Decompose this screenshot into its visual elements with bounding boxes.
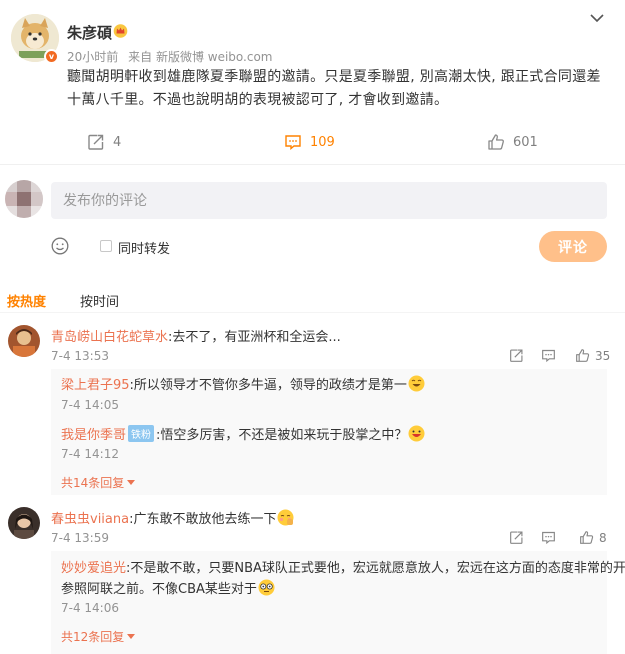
- post-time[interactable]: 20小时前: [67, 50, 118, 64]
- like-button[interactable]: 601: [487, 133, 538, 151]
- comment-text: 青岛崂山白花蛇草水:去不了，有亚洲杯和全运会...: [51, 326, 341, 345]
- reply-time: 7-4 14:12: [61, 447, 119, 461]
- caret-down-icon: [127, 479, 136, 485]
- submit-comment-button[interactable]: 评论: [539, 231, 607, 262]
- comment-button[interactable]: 109: [284, 133, 335, 151]
- post-text: 聽聞胡明軒收到雄鹿隊夏季聯盟的邀請。只是夏季聯盟, 別高潮太快, 跟正式合同還差…: [67, 69, 601, 108]
- comment-input[interactable]: [51, 182, 607, 219]
- more-replies-link[interactable]: 共14条回复: [61, 474, 136, 491]
- laugh-emoji-icon: [408, 375, 425, 392]
- comment-username[interactable]: 春虫虫viiana: [51, 512, 129, 527]
- like-icon: [488, 134, 504, 150]
- source-prefix: 来自: [128, 50, 153, 64]
- more-replies-label: 共12条回复: [61, 630, 125, 644]
- reply-text-cont: 参照阿联之前。不像CBA某些对于: [61, 578, 275, 597]
- comment-avatar[interactable]: [8, 325, 40, 357]
- verified-icon: v: [44, 49, 59, 64]
- crown-icon: [113, 24, 128, 38]
- comment-icon: [285, 135, 301, 150]
- divider: [0, 164, 625, 165]
- reply-body: :悟空多厉害，不还是被如来玩于股掌之中？: [156, 428, 408, 443]
- reply-username[interactable]: 我是你季哥: [61, 428, 126, 443]
- comment-text: 春虫虫viiana:广东敢不敢放他去练一下: [51, 508, 294, 527]
- like-icon: [580, 531, 594, 544]
- tab-time[interactable]: 按时间: [80, 291, 119, 310]
- reply-username[interactable]: 梁上君子95: [61, 378, 130, 393]
- caret-down-icon: [127, 633, 136, 639]
- reply-text: 梁上君子95:所以领导才不管你多牛逼，领导的政绩才是第一: [61, 374, 425, 393]
- divider: [0, 312, 625, 313]
- comment-body: :去不了，有亚洲杯和全运会...: [168, 330, 341, 345]
- comment-time: 7-4 13:59: [51, 531, 109, 545]
- more-replies-label: 共14条回复: [61, 476, 125, 490]
- reply-body-cont: 参照阿联之前。不像CBA某些对于: [61, 582, 257, 597]
- reply-time: 7-4 14:06: [61, 601, 119, 615]
- emoji-icon[interactable]: [51, 237, 69, 255]
- reply-text: 我是你季哥 铁粉:悟空多厉害，不还是被如来玩于股掌之中？: [61, 424, 425, 443]
- speechless-emoji-icon: [258, 579, 275, 596]
- comment-like-count: 35: [595, 348, 611, 363]
- like-icon: [576, 349, 590, 362]
- comment-avatar[interactable]: [8, 507, 40, 539]
- comment-like-button[interactable]: 35: [575, 348, 610, 363]
- reply-username[interactable]: 妙妙爱追光: [61, 561, 126, 576]
- more-replies-link[interactable]: 共12条回复: [61, 628, 136, 645]
- post-meta: 20小时前 来自 新版微博 weibo.com: [67, 48, 273, 65]
- also-repost-label: 同时转发: [118, 242, 171, 257]
- comment-count: 109: [310, 134, 335, 150]
- comment-username[interactable]: 青岛崂山白花蛇草水: [51, 330, 168, 345]
- repost-icon: [88, 134, 104, 150]
- comment-like-button[interactable]: 8: [579, 530, 607, 545]
- also-repost-checkbox[interactable]: [100, 240, 112, 252]
- reply-body: :不是敢不敢，只要NBA球队正式要他，宏远就愿意放人，宏远在这方面的态度非常的开…: [126, 561, 625, 576]
- shy-emoji-icon: [277, 509, 294, 526]
- reply-body: :所以领导才不管你多牛逼，领导的政绩才是第一: [129, 378, 407, 393]
- repost-button[interactable]: 4: [87, 133, 121, 151]
- comment-time: 7-4 13:53: [51, 349, 109, 363]
- like-count: 601: [513, 134, 538, 150]
- post-author[interactable]: 朱彦碩: [67, 22, 112, 43]
- repost-count: 4: [113, 134, 122, 150]
- reply-text: 妙妙爱追光:不是敢不敢，只要NBA球队正式要他，宏远就愿意放人，宏远在这方面的态…: [61, 557, 625, 576]
- fan-badge: 铁粉: [128, 425, 155, 442]
- comment-icon[interactable]: [541, 530, 556, 545]
- reply-time: 7-4 14:05: [61, 398, 119, 412]
- chevron-down-icon[interactable]: [588, 11, 606, 25]
- comment-like-count: 8: [599, 530, 607, 545]
- post-source[interactable]: 新版微博 weibo.com: [156, 50, 273, 64]
- comment-body: :广东敢不敢放他去练一下: [129, 512, 277, 527]
- my-avatar: [5, 180, 43, 218]
- comment-icon[interactable]: [541, 348, 556, 363]
- tab-hot[interactable]: 按热度: [7, 291, 46, 310]
- grin-emoji-icon: [408, 425, 425, 442]
- repost-icon[interactable]: [509, 530, 524, 545]
- repost-icon[interactable]: [509, 348, 524, 363]
